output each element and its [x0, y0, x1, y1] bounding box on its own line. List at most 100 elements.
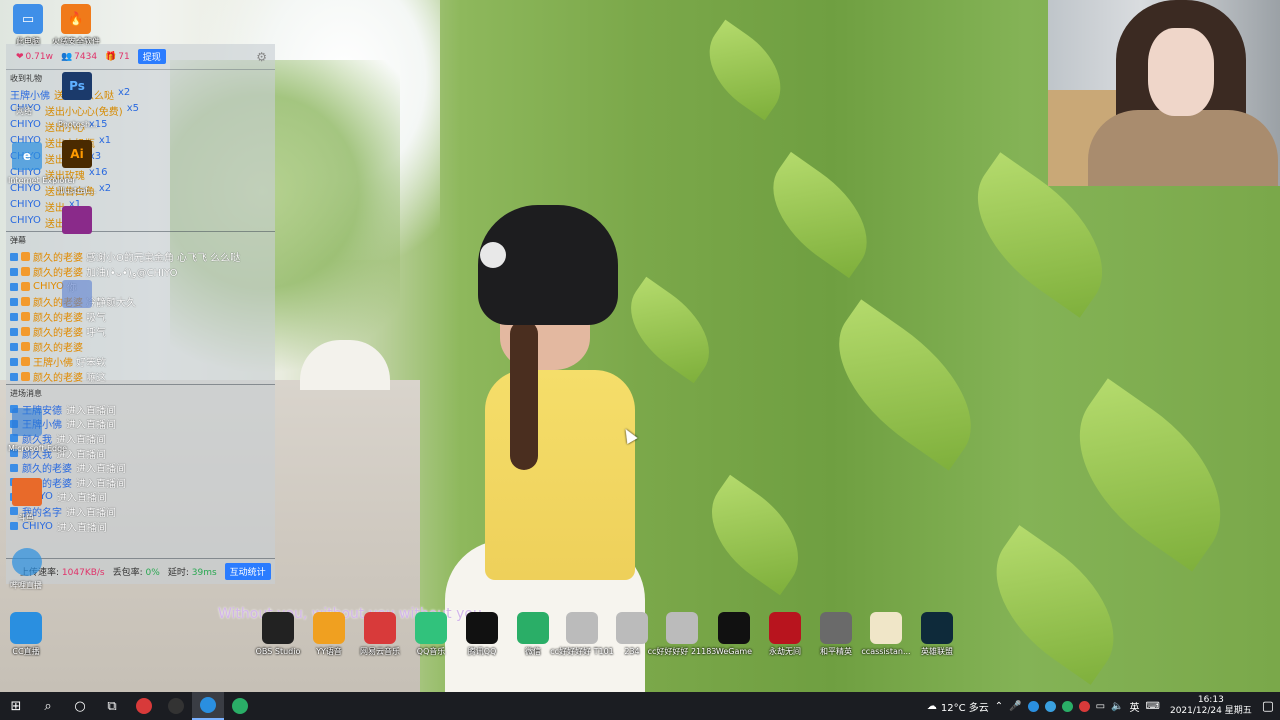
cc-live-icon[interactable]: [12, 548, 42, 576]
clock-time: 16:13: [1197, 695, 1224, 705]
overlay-label: Internet Explorer: [8, 176, 76, 185]
chat-user[interactable]: 王牌小佛: [33, 354, 73, 369]
gear-icon[interactable]: ⚙: [256, 50, 267, 64]
desktop-icon-netease-music[interactable]: 网易云音乐: [354, 612, 406, 657]
search-icon[interactable]: ⌕: [32, 692, 64, 720]
interaction-stats-button[interactable]: 互动统计: [224, 563, 271, 580]
taskbar-app-wechat[interactable]: [224, 692, 256, 720]
desktop-icon-document[interactable]: ccassistan...: [860, 612, 912, 657]
people-icon: 👥: [60, 51, 73, 62]
wallpaper-leaf: [967, 525, 1143, 685]
desktop-icon-qq-penguin[interactable]: 腾讯QQ: [456, 612, 508, 657]
desktop-icon-pubg[interactable]: 和平精英: [810, 612, 862, 657]
network-icon[interactable]: ▭: [1096, 701, 1105, 712]
latency-value: 39ms: [191, 568, 217, 578]
ie-icon[interactable]: e: [12, 142, 42, 170]
chat-user[interactable]: CHIYO: [33, 281, 64, 292]
latency: 延时: 39ms: [168, 565, 217, 578]
chat-message: 加油(•̀ᴗ•́)و@CHIYO: [86, 268, 178, 279]
chat-row: 颜久的老婆: [6, 339, 275, 354]
clock[interactable]: 16:13 2021/12/24 星期五: [1170, 695, 1252, 717]
entry-row: CHIYO进入直播间: [6, 490, 275, 504]
desktop-icon-label: 微信: [525, 647, 541, 656]
keyboard-icon[interactable]: ⌨: [1146, 701, 1160, 712]
desktop-icon-file[interactable]: cc好好好好 T101: [550, 612, 614, 657]
gift-row: CHIYO 送出告白角 x2: [6, 183, 275, 199]
chat-user[interactable]: 颜久的老婆: [33, 309, 83, 324]
desktop-icon-lol[interactable]: 英雄联盟: [911, 612, 963, 657]
search-tool-icon[interactable]: [62, 280, 92, 308]
qq-music-icon: [415, 612, 447, 644]
taskbar-app-obs[interactable]: [160, 692, 192, 720]
ime-indicator[interactable]: 英: [1130, 699, 1140, 714]
windows-start-icon[interactable]: ⊞: [0, 692, 32, 720]
hat-logo-icon: [480, 242, 506, 268]
chat-user[interactable]: 颜久的老婆: [33, 264, 83, 279]
cc-live-icon: [200, 697, 216, 713]
edge-icon[interactable]: [12, 408, 42, 436]
gift-sender: CHIYO: [10, 215, 41, 226]
chat-message: 嘛这: [86, 373, 106, 384]
tray-app-icon[interactable]: [1027, 700, 1039, 712]
netease-music-icon: [364, 612, 396, 644]
gift-sender: CHIYO: [10, 119, 41, 130]
entry-message: 进入直播间: [66, 405, 116, 417]
chevron-up-icon[interactable]: ⌃: [995, 701, 1003, 712]
microphone-icon[interactable]: 🎤: [1009, 701, 1021, 712]
webcam-body: [1088, 110, 1278, 186]
desktop-icon-label: OBS Studio: [255, 647, 301, 656]
withdraw-button[interactable]: 提现: [137, 49, 166, 64]
fan-badge-icon: [21, 327, 30, 336]
gift-row: CHIYO送出x3: [6, 215, 275, 231]
overlay-label: 斗鱼: [18, 513, 34, 522]
tray-wechat-icon[interactable]: [1061, 700, 1073, 712]
desktop-icon-cc-live[interactable]: CC直播: [0, 612, 52, 657]
level-badge-icon: [10, 297, 18, 306]
weather-text: 12°C 多云: [940, 702, 989, 714]
winrar-icon[interactable]: [62, 206, 92, 234]
level-badge-icon: [10, 312, 18, 321]
photoshop-icon[interactable]: Ps: [62, 72, 92, 100]
taskbar-app-cc-live[interactable]: [192, 692, 224, 720]
chat-row: 颜久的老婆 冷静颜大久: [6, 294, 275, 309]
entry-row: 王牌小佛 进入直播间: [6, 417, 275, 431]
chat-user[interactable]: 颜久的老婆: [33, 369, 83, 384]
weather-widget[interactable]: ☁ 12°C 多云: [927, 699, 989, 714]
task-view-icon[interactable]: ⧉: [96, 692, 128, 720]
desktop-icon-label: QQ音乐: [416, 647, 446, 656]
tray-app-icon[interactable]: [1078, 700, 1090, 712]
packet-loss-label: 丢包率:: [112, 568, 143, 578]
volume-icon[interactable]: 🔈: [1111, 701, 1123, 712]
desktop-icon-naraka[interactable]: 永劫无间: [759, 612, 811, 657]
webcam-face: [1148, 28, 1214, 116]
desktop-icon-wegame[interactable]: WeGame: [708, 612, 760, 657]
cortana-icon[interactable]: ○: [64, 692, 96, 720]
desktop-icon-label: ccassistan...: [861, 647, 911, 656]
notification-icon[interactable]: ▢: [1262, 699, 1274, 714]
chat-user[interactable]: 颜久的老婆: [33, 339, 83, 354]
folder-icon: [616, 612, 648, 644]
douyu-icon[interactable]: [12, 478, 42, 506]
entry-user[interactable]: 颜久的老婆: [22, 460, 72, 475]
wallpaper-leaf: [809, 299, 1001, 471]
level-badge-icon: [10, 507, 18, 516]
desktop-icon-obs[interactable]: OBS Studio: [252, 612, 304, 657]
desktop-icon-huorong[interactable]: 🔥 火绒安全软件: [48, 4, 104, 47]
chat-user[interactable]: 颜久的老婆: [33, 324, 83, 339]
fan-badge-icon: [21, 312, 30, 321]
taskbar-app-netease-music[interactable]: [128, 692, 160, 720]
desktop-icon-qq-music[interactable]: QQ音乐: [405, 612, 457, 657]
chat-row: CHIYO你: [6, 279, 275, 294]
desktop-icon-file[interactable]: cc好好好好 21183: [648, 612, 716, 657]
document-icon: [870, 612, 902, 644]
chat-message: 吸气: [86, 313, 106, 324]
illustrator-icon[interactable]: Ai: [62, 140, 92, 168]
overlay-label: Microsoft Edge: [8, 444, 68, 453]
overlay-label: Photosh...: [58, 120, 98, 129]
entry-message: 进入直播间: [76, 478, 126, 490]
desktop-icon-label: 234: [624, 647, 640, 656]
desktop-icon-yy-voice[interactable]: YY语音: [303, 612, 355, 657]
desktop-icon-label: 腾讯QQ: [467, 647, 497, 656]
chat-user[interactable]: 颜久的老婆: [33, 249, 83, 264]
tray-app-icon[interactable]: [1044, 700, 1056, 712]
